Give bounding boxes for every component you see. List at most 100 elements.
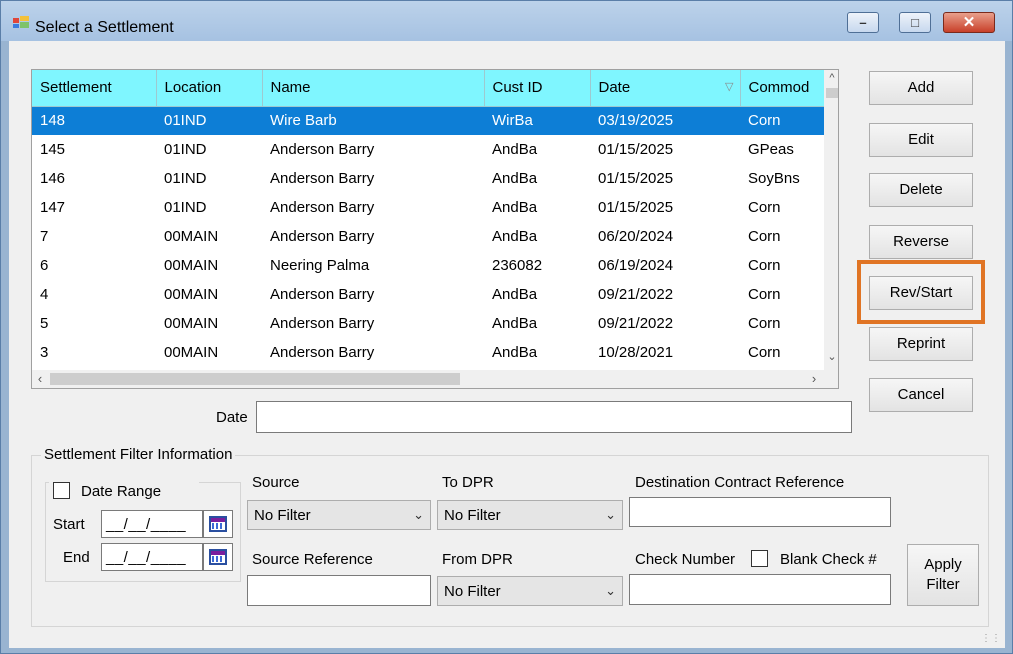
table-row[interactable]: 145 01IND Anderson Barry AndBa 01/15/2025 GPe… xyxy=(32,135,824,164)
edit-button[interactable]: Edit xyxy=(869,123,973,157)
source-select[interactable]: No Filter ⌄ xyxy=(247,500,431,530)
table-cell: 236082 xyxy=(492,257,543,274)
apply-filter-label-1: Apply xyxy=(924,556,962,573)
table-cell: 145 xyxy=(40,141,66,158)
column-header-name[interactable]: Name xyxy=(262,70,485,107)
horizontal-scroll-thumb[interactable] xyxy=(50,373,460,385)
to-dpr-select[interactable]: No Filter ⌄ xyxy=(437,500,623,530)
to-dpr-select-value: No Filter xyxy=(444,507,501,524)
table-row[interactable]: 7 00MAIN Anderson Barry AndBa 06/20/2024 Corn xyxy=(32,222,824,251)
table-cell: Corn xyxy=(748,199,781,216)
table-cell: 10/28/2021 xyxy=(598,344,674,361)
cancel-button[interactable]: Cancel xyxy=(869,378,973,412)
table-cell: Anderson Barry xyxy=(270,344,375,361)
vertical-scrollbar[interactable]: ^ ⌄ xyxy=(824,70,838,370)
end-date-input[interactable]: __/__/____ xyxy=(101,543,233,571)
table-row[interactable]: 147 01IND Anderson Barry AndBa 01/15/2025 Cor… xyxy=(32,193,824,222)
scroll-down-icon[interactable]: ⌄ xyxy=(824,350,838,363)
delete-button[interactable]: Delete xyxy=(869,173,973,207)
source-reference-input[interactable] xyxy=(247,575,431,606)
sort-descending-icon: ▽ xyxy=(725,81,734,93)
table-cell: Corn xyxy=(748,257,781,274)
column-header-date[interactable]: Date ▽ xyxy=(590,70,741,107)
table-row[interactable]: 146 01IND Anderson Barry AndBa 01/15/2025 Soy… xyxy=(32,164,824,193)
table-cell: 01/15/2025 xyxy=(598,199,674,216)
table-cell: Anderson Barry xyxy=(270,228,375,245)
close-button[interactable]: ✕ xyxy=(943,12,995,33)
table-cell: 4 xyxy=(40,286,49,303)
table-cell: 09/21/2022 xyxy=(598,315,674,332)
scroll-left-icon[interactable]: ‹ xyxy=(32,370,48,388)
table-cell: AndBa xyxy=(492,228,538,245)
table-cell: Anderson Barry xyxy=(270,199,375,216)
window-title: Select a Settlement xyxy=(35,19,174,36)
table-cell: Corn xyxy=(740,106,824,135)
table-cell: 00MAIN xyxy=(164,286,219,303)
reverse-button[interactable]: Reverse xyxy=(869,225,973,259)
table-row[interactable]: 6 00MAIN Neering Palma 236082 06/19/2024 Corn xyxy=(32,251,824,280)
destination-contract-reference-input[interactable] xyxy=(629,497,891,527)
table-cell: Corn xyxy=(748,228,781,245)
table-row[interactable]: 3 00MAIN Anderson Barry AndBa 10/28/2021 Corn xyxy=(32,338,824,367)
end-label: End xyxy=(63,549,90,566)
table-cell: Neering Palma xyxy=(270,257,370,274)
table-cell: Corn xyxy=(748,315,781,332)
app-icon xyxy=(13,16,29,28)
calendar-icon[interactable] xyxy=(203,510,233,538)
blank-check-checkbox[interactable] xyxy=(751,550,768,567)
rev-start-button[interactable]: Rev/Start xyxy=(869,276,973,310)
chevron-down-icon: ⌄ xyxy=(605,583,616,598)
start-date-input[interactable]: __/__/____ xyxy=(101,510,233,538)
from-dpr-select[interactable]: No Filter ⌄ xyxy=(437,576,623,606)
table-row[interactable]: 4 00MAIN Anderson Barry AndBa 09/21/2022 Corn xyxy=(32,280,824,309)
resize-grip-icon[interactable]: ⋮⋮ xyxy=(981,633,1001,644)
table-cell: 01/15/2025 xyxy=(598,141,674,158)
date-range-label: Date Range xyxy=(81,483,162,500)
apply-filter-button[interactable]: Apply Filter xyxy=(907,544,979,606)
table-header-row: Settlement Location Name Cust ID Date ▽ Commod xyxy=(32,70,825,107)
reprint-button[interactable]: Reprint xyxy=(869,327,973,361)
table-cell: 5 xyxy=(40,315,49,332)
table-cell: AndBa xyxy=(492,170,538,187)
check-number-input[interactable] xyxy=(629,574,891,605)
column-header-commod[interactable]: Commod xyxy=(740,70,825,107)
to-dpr-label: To DPR xyxy=(442,474,494,491)
date-field[interactable] xyxy=(256,401,852,433)
table-cell: 148 xyxy=(32,106,156,135)
table-cell: 03/19/2025 xyxy=(590,106,740,135)
table-cell: 00MAIN xyxy=(164,344,219,361)
table-row[interactable]: 5 00MAIN Anderson Barry AndBa 09/21/2022 Corn xyxy=(32,309,824,338)
table-cell: Anderson Barry xyxy=(270,315,375,332)
settlement-grid[interactable]: Settlement Location Name Cust ID Date ▽ Commod… xyxy=(31,69,839,389)
from-dpr-select-value: No Filter xyxy=(444,583,501,600)
maximize-button[interactable]: □ xyxy=(899,12,931,33)
scroll-corner xyxy=(824,370,838,388)
date-range-checkbox[interactable] xyxy=(53,482,70,499)
scroll-right-icon[interactable]: › xyxy=(806,370,822,388)
add-button[interactable]: Add xyxy=(869,71,973,105)
end-date-value: __/__/____ xyxy=(106,549,187,566)
filter-group-legend: Settlement Filter Information xyxy=(41,446,236,463)
minimize-button[interactable]: – xyxy=(847,12,879,33)
table-cell: 6 xyxy=(40,257,49,274)
settlement-window: Select a Settlement – □ ✕ Settlement Loca… xyxy=(0,0,1013,654)
horizontal-scrollbar[interactable]: ‹ › xyxy=(32,370,824,388)
calendar-icon[interactable] xyxy=(203,543,233,571)
table-cell: 147 xyxy=(40,199,66,216)
vertical-scroll-thumb[interactable] xyxy=(826,88,838,98)
title-bar[interactable]: Select a Settlement – □ ✕ xyxy=(1,1,1012,41)
table-cell: 7 xyxy=(40,228,49,245)
table-cell: 00MAIN xyxy=(164,257,219,274)
column-header-settlement[interactable]: Settlement xyxy=(32,70,157,107)
table-cell: 3 xyxy=(40,344,49,361)
chevron-down-icon: ⌄ xyxy=(413,507,424,522)
source-select-value: No Filter xyxy=(254,507,311,524)
table-cell: Corn xyxy=(748,286,781,303)
column-header-cust-id[interactable]: Cust ID xyxy=(484,70,591,107)
table-cell: Anderson Barry xyxy=(270,286,375,303)
table-row[interactable]: 148 01IND Wire Barb WirBa 03/19/2025 Corn xyxy=(32,106,824,135)
table-cell: 01/15/2025 xyxy=(598,170,674,187)
scroll-up-icon[interactable]: ^ xyxy=(824,72,838,84)
start-label: Start xyxy=(53,516,85,533)
column-header-location[interactable]: Location xyxy=(156,70,263,107)
